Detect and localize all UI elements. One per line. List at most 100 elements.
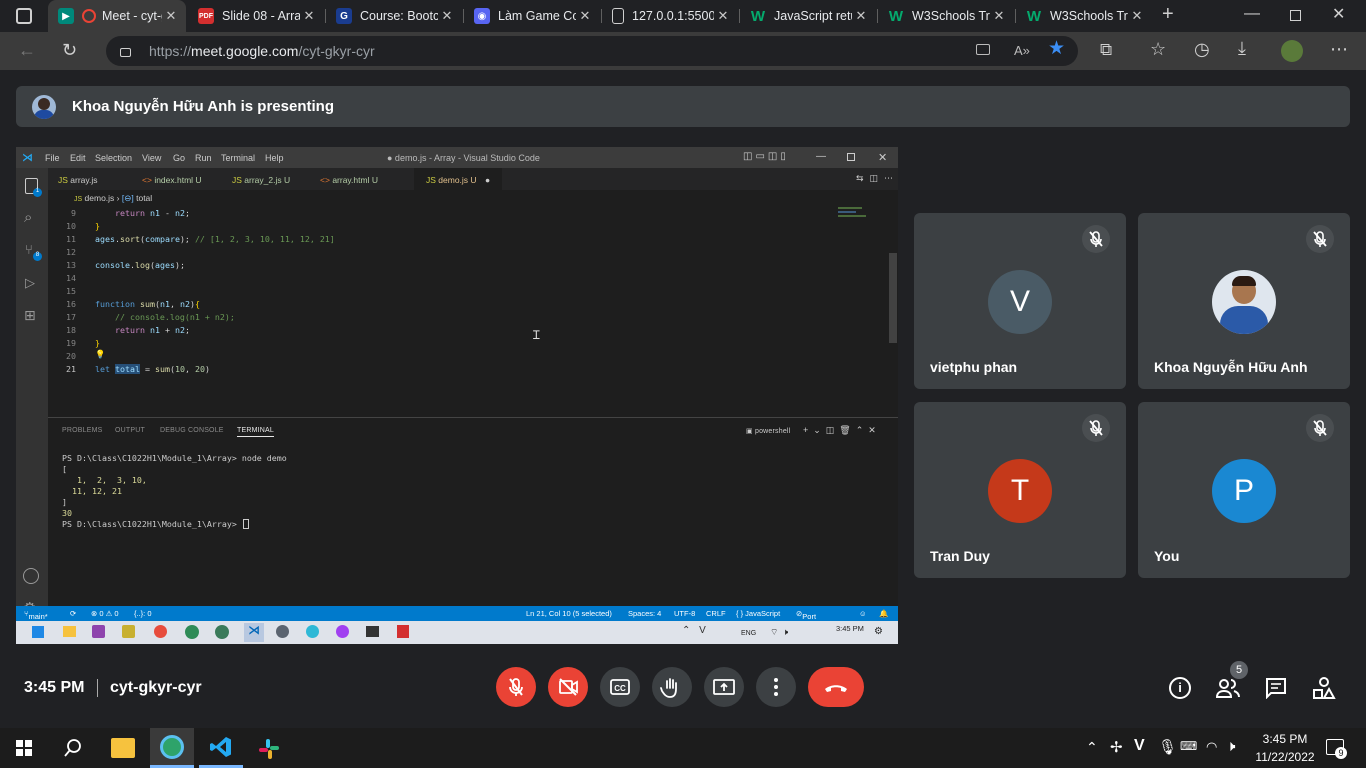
downloads-icon[interactable]: ⤓ <box>1238 39 1246 57</box>
file-explorer-icon[interactable] <box>111 738 135 758</box>
line-ending[interactable]: CRLF <box>706 609 726 618</box>
participant-tile[interactable]: V vietphu phan <box>914 213 1126 389</box>
indent-spaces[interactable]: Spaces: 4 <box>628 609 661 618</box>
close-icon[interactable]: ✕ <box>714 8 732 24</box>
source-control-icon[interactable]: ⑂ <box>25 242 33 257</box>
code-editor[interactable]: 9 return n1 - n2; 10 } 11 ages.sort(comp… <box>48 205 897 417</box>
menu-help[interactable]: Help <box>265 153 284 163</box>
terminal-actions-icons[interactable]: +⌄◫🗑⌃✕ <box>803 425 881 436</box>
more-options-button[interactable] <box>756 667 796 707</box>
minimize-icon[interactable]: — <box>816 151 826 162</box>
feedback-icon[interactable]: ☺ <box>859 609 867 618</box>
menu-run[interactable]: Run <box>195 153 212 163</box>
file-encoding[interactable]: UTF-8 <box>674 609 695 618</box>
editor-tab[interactable]: <> array.html U <box>320 168 410 190</box>
close-icon[interactable]: ✕ <box>162 8 180 24</box>
edge-taskbar-icon[interactable] <box>150 728 194 768</box>
close-icon[interactable]: ✕ <box>990 8 1008 24</box>
git-branch[interactable]: ⑂ main* <box>24 609 48 621</box>
tray-app-icon[interactable]: ✢ <box>1110 738 1123 756</box>
menu-file[interactable]: File <box>45 153 60 163</box>
menu-view[interactable]: View <box>142 153 161 163</box>
editor-tab[interactable]: JS array.js <box>48 168 128 190</box>
tray-expand-icon[interactable]: ⌃ <box>1086 739 1098 756</box>
tray-mic-icon[interactable]: 🎙 <box>1158 738 1177 756</box>
account-icon[interactable] <box>23 568 39 584</box>
panel-tab-problems[interactable]: PROBLEMS <box>62 427 103 434</box>
browser-tab-course[interactable]: G Course: Bootcamp ✕ <box>326 0 462 32</box>
meeting-details-icon[interactable]: i <box>1169 677 1191 699</box>
browser-tab-w3-2[interactable]: W W3Schools Tryit ✕ <box>1016 0 1152 32</box>
reload-icon[interactable]: ↻ <box>62 41 77 59</box>
history-icon[interactable]: ◷ <box>1194 40 1210 58</box>
present-button[interactable] <box>704 667 744 707</box>
participant-tile[interactable]: T Tran Duy <box>914 402 1126 578</box>
menu-terminal[interactable]: Terminal <box>221 153 255 163</box>
camera-icon[interactable] <box>976 44 990 55</box>
lightbulb-icon[interactable]: 💡 <box>95 349 105 360</box>
mic-toggle-button[interactable] <box>496 667 536 707</box>
editor-actions-icons[interactable]: ⇆◫⋯ <box>856 173 898 184</box>
run-debug-icon[interactable]: ▷ <box>25 275 35 291</box>
chat-icon[interactable] <box>1264 677 1288 700</box>
camera-toggle-button[interactable] <box>548 667 588 707</box>
taskbar-date[interactable]: 11/22/2022 <box>1252 750 1318 764</box>
panel-tab-debug-console[interactable]: DEBUG CONSOLE <box>160 427 224 434</box>
minimap[interactable] <box>838 205 878 225</box>
menu-selection[interactable]: Selection <box>95 153 132 163</box>
panel-tab-terminal[interactable]: TERMINAL <box>237 427 274 437</box>
restore-icon[interactable] <box>847 153 855 161</box>
raise-hand-button[interactable] <box>652 667 692 707</box>
browser-tab-w3-1[interactable]: W W3Schools Tryit ✕ <box>878 0 1014 32</box>
minimize-icon[interactable]: — <box>1244 6 1260 22</box>
breadcrumb-file[interactable]: demo.js <box>85 193 115 203</box>
breadcrumb-symbol[interactable]: total <box>136 193 152 203</box>
menu-go[interactable]: Go <box>173 153 185 163</box>
close-window-icon[interactable]: ✕ <box>1332 7 1345 23</box>
taskbar-time[interactable]: 3:45 PM <box>1260 732 1310 746</box>
back-icon[interactable]: ← <box>18 41 36 59</box>
close-icon[interactable]: ✕ <box>300 8 318 24</box>
browser-tab-localhost[interactable]: 127.0.0.1:5500 ✕ <box>602 0 738 32</box>
problems-count[interactable]: ⊗ 0 ⚠ 0 <box>91 609 119 618</box>
notifications-bell-icon[interactable]: 🔔 <box>879 609 888 618</box>
editor-tab[interactable]: <> index.html U <box>142 168 226 190</box>
terminal-shell-label[interactable]: ▣ powershell <box>746 427 790 435</box>
volume-icon[interactable]: 🕨 <box>1226 738 1235 755</box>
wifi-icon[interactable]: ◠ <box>1206 739 1217 755</box>
new-tab-icon[interactable]: + <box>1162 4 1174 24</box>
cursor-position[interactable]: Ln 21, Col 10 (5 selected) <box>526 609 612 618</box>
browser-tab-meet[interactable]: ▶ Meet - cyt-gkyr-cyr ✕ <box>48 0 186 32</box>
scrollbar[interactable] <box>889 253 897 343</box>
read-aloud-icon[interactable]: A» <box>1014 43 1030 59</box>
participant-tile[interactable]: Khoa Nguyễn Hữu Anh <box>1138 213 1350 389</box>
layout-icons[interactable]: ◫▭◫▯ <box>743 151 789 162</box>
close-icon[interactable]: ✕ <box>852 8 870 24</box>
close-icon[interactable]: ✕ <box>878 151 887 164</box>
close-icon[interactable]: ✕ <box>438 8 456 24</box>
extensions-icon[interactable]: ⊞ <box>24 307 36 324</box>
terminal-prompt[interactable]: PS D:\Class\C1022H1\Module_1\Array> <box>62 519 242 529</box>
address-bar[interactable]: https://meet.google.com/cyt-gkyr-cyr A» … <box>106 36 1078 66</box>
search-icon[interactable]: ⌕ <box>24 209 32 226</box>
favorites-icon[interactable]: ☆ <box>1150 40 1166 58</box>
slack-icon[interactable] <box>258 738 280 760</box>
restore-icon[interactable] <box>1290 10 1301 21</box>
browser-tab-game[interactable]: ◉ Làm Game Cơ bản ✕ <box>464 0 600 32</box>
activities-icon[interactable] <box>1312 676 1336 700</box>
favorite-star-icon[interactable]: ★ <box>1048 39 1065 58</box>
close-icon[interactable]: ✕ <box>576 8 594 24</box>
search-icon[interactable] <box>63 738 83 758</box>
editor-tab-active[interactable]: JS demo.js U ● <box>414 168 502 190</box>
windows-start-icon[interactable] <box>16 740 32 756</box>
vscode-taskbar-icon[interactable] <box>199 728 243 768</box>
browser-tab-slide[interactable]: PDF Slide 08 - Array ✕ <box>188 0 324 32</box>
tab-actions-icon[interactable] <box>16 8 32 24</box>
captions-button[interactable]: CC <box>600 667 640 707</box>
braces-count[interactable]: {..}: 0 <box>134 609 152 618</box>
editor-tab[interactable]: JS array_2.js U <box>232 168 318 190</box>
menu-edit[interactable]: Edit <box>70 153 86 163</box>
panel-tab-output[interactable]: OUTPUT <box>115 427 145 434</box>
participant-tile-you[interactable]: P You <box>1138 402 1350 578</box>
people-icon[interactable] <box>1215 676 1241 700</box>
